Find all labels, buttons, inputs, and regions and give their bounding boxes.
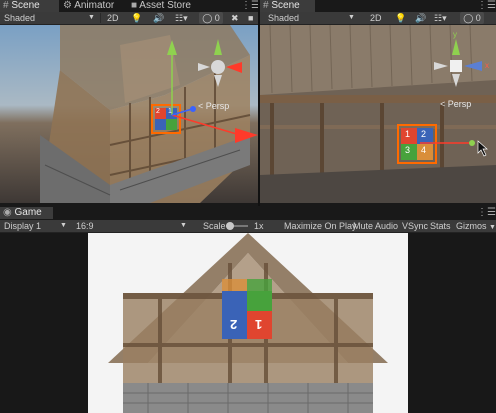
scene-tab-icon: # xyxy=(263,0,269,11)
hidden-objects-toggle[interactable]: ◯ 0 xyxy=(460,12,484,24)
tab-scene-left[interactable]: # Scene xyxy=(0,0,59,12)
left-scene-tabbar: # Scene ⚙ Animator ■ Asset Store ⋮☰ xyxy=(0,0,260,12)
chevron-down-icon: ▼ xyxy=(60,222,67,229)
hidden-objects-toggle[interactable]: ◯ 0 xyxy=(199,12,223,24)
effects-dropdown-icon[interactable]: ☷▾ xyxy=(175,12,189,24)
game-tabbar: ◉ Game ⋮☰ xyxy=(0,207,496,219)
right-cube-label-2: 2 xyxy=(421,129,427,139)
display-dropdown[interactable]: Display 1 ▼ xyxy=(4,220,68,232)
effects-dropdown-icon[interactable]: ☷▾ xyxy=(434,12,448,24)
toggle-2d-button[interactable]: 2D xyxy=(107,12,121,24)
chevron-down-icon: ▼ xyxy=(348,14,355,21)
scale-slider-thumb[interactable] xyxy=(226,222,234,230)
audio-toggle-icon[interactable]: 🔊 xyxy=(153,12,164,24)
scene-splitter[interactable] xyxy=(258,0,260,206)
right-scene-tabbar: # Scene ⋮☰ xyxy=(260,0,496,12)
divider xyxy=(100,13,101,23)
gizmos-dropdown[interactable]: Gizmos ▼ xyxy=(456,220,496,232)
scale-slider[interactable] xyxy=(226,220,248,232)
tools-icon[interactable]: ✖ xyxy=(231,12,241,24)
tab-game[interactable]: ◉ Game xyxy=(0,207,53,219)
vsync-toggle[interactable]: VSync xyxy=(402,220,428,232)
eye-slash-icon: ◯ xyxy=(202,13,213,23)
game-render xyxy=(88,233,408,413)
shading-mode-dropdown[interactable]: Shaded ▼ xyxy=(268,12,360,24)
scene-tab-icon: # xyxy=(3,0,9,11)
shading-mode-dropdown[interactable]: Shaded ▼ xyxy=(4,12,96,24)
lighting-toggle-icon[interactable]: 💡 xyxy=(131,12,142,24)
mute-audio-toggle[interactable]: Mute Audio xyxy=(353,220,398,232)
animator-tab-icon: ⚙ xyxy=(63,0,72,11)
right-persp-label[interactable]: < Persp xyxy=(440,99,471,109)
right-scene-toolbar: Shaded ▼ 2D 💡 🔊 ☷▾ ◯ 0 xyxy=(260,12,496,25)
left-panel-menu-icon[interactable]: ⋮☰ xyxy=(238,0,260,12)
game-toolbar: Display 1 ▼ 16:9 ▼ Scale 1x Maximize On … xyxy=(0,220,496,233)
game-panel-menu-icon[interactable]: ⋮☰ xyxy=(474,207,496,219)
game-viewport[interactable]: 1 2 xyxy=(88,233,408,413)
left-persp-label[interactable]: < Persp xyxy=(198,101,229,111)
game-cube-label-2: 2 xyxy=(230,317,238,332)
left-scene-render xyxy=(0,25,258,203)
toggle-2d-button[interactable]: 2D xyxy=(370,12,384,24)
right-gizmo-x-label: x xyxy=(485,61,489,70)
scale-label: Scale xyxy=(203,221,226,231)
left-scene-toolbar: Shaded ▼ 2D 💡 🔊 ☷▾ ◯ 0 ✖ ■ xyxy=(0,12,258,25)
tab-animator[interactable]: ⚙ Animator xyxy=(60,0,129,12)
gizmos-toggle-icon[interactable]: ■ xyxy=(248,12,256,24)
chevron-down-icon: ▼ xyxy=(88,14,95,21)
chevron-down-icon: ▼ xyxy=(489,224,496,231)
maximize-on-play-toggle[interactable]: Maximize On Play xyxy=(284,220,357,232)
right-panel-menu-icon[interactable]: ⋮☰ xyxy=(474,0,496,12)
left-cube-label-1: 1 xyxy=(168,108,172,115)
left-scene-viewport[interactable]: < Persp 2 1 xyxy=(0,25,258,203)
lighting-toggle-icon[interactable]: 💡 xyxy=(395,12,406,24)
right-scene-render xyxy=(260,25,496,203)
tab-asset-store[interactable]: ■ Asset Store xyxy=(128,0,199,12)
tab-scene-right[interactable]: # Scene xyxy=(260,0,315,12)
scale-value: 1x xyxy=(254,221,264,231)
left-cube-label-2: 2 xyxy=(156,108,160,115)
stats-toggle[interactable]: Stats xyxy=(430,220,451,232)
eye-slash-icon: ◯ xyxy=(463,13,474,23)
right-cube-label-4: 4 xyxy=(421,145,427,155)
chevron-down-icon: ▼ xyxy=(180,222,187,229)
right-cube-label-3: 3 xyxy=(405,145,411,155)
game-tab-icon: ◉ xyxy=(3,207,12,218)
audio-toggle-icon[interactable]: 🔊 xyxy=(415,12,426,24)
aspect-dropdown[interactable]: 16:9 ▼ xyxy=(76,220,188,232)
right-gizmo-y-label: y xyxy=(453,30,457,39)
right-scene-viewport[interactable]: y x < Persp 1 2 3 4 xyxy=(260,25,496,203)
game-cube-label-1: 1 xyxy=(255,317,263,332)
asset-store-tab-icon: ■ xyxy=(131,0,138,11)
right-cube-label-1: 1 xyxy=(405,129,411,139)
